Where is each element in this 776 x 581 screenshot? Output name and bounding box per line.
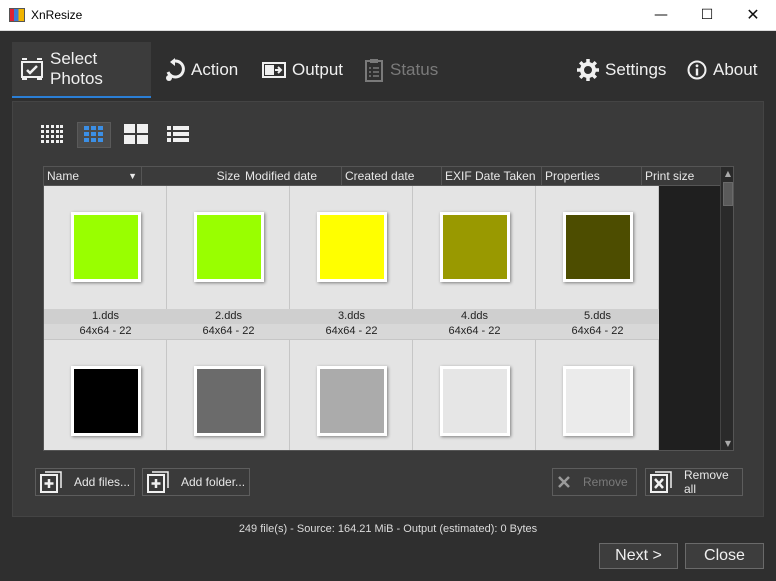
tab-settings-label: Settings — [605, 60, 667, 79]
thumbnail-cell[interactable]: 5.dds 64x64 - 22 — [536, 186, 659, 340]
tab-status-label: Status — [390, 60, 439, 79]
thumbnail-image — [317, 212, 387, 282]
thumbnail-filename: 4.dds — [413, 309, 536, 324]
column-name-header[interactable]: Name ▼ — [44, 167, 142, 186]
thumbnail-cell[interactable]: 3.dds 64x64 - 22 — [290, 186, 413, 340]
thumbnail-grid: 1.dds 64x64 - 22 2.dds 64x64 - 22 3.dds 64x64… — [44, 186, 659, 450]
thumbnail-cell[interactable] — [167, 340, 290, 450]
select-photos-panel: Name ▼ Size Modified date Created date E… — [12, 101, 764, 517]
remove-x-icon — [557, 475, 571, 489]
tab-select-photos[interactable]: Select Photos — [12, 42, 151, 98]
tab-action-label: Action — [191, 60, 239, 79]
thumbnail-dimensions: 64x64 - 22 — [44, 324, 167, 339]
clipboard-icon — [364, 58, 384, 82]
thumbnail-filename: 3.dds — [290, 309, 413, 324]
remove-button[interactable]: Remove — [552, 468, 637, 496]
select-photos-icon — [20, 58, 44, 80]
thumbnail-image — [71, 366, 141, 436]
file-list-header: Name ▼ Size Modified date Created date E… — [44, 167, 720, 186]
thumbnail-filename: 1.dds — [44, 309, 167, 324]
status-summary: 249 file(s) - Source: 164.21 MiB - Outpu… — [238, 523, 538, 535]
tab-settings[interactable]: Settings — [577, 42, 666, 98]
remove-label: Remove — [583, 475, 628, 489]
add-files-button[interactable]: Add files... — [35, 468, 135, 496]
next-button[interactable]: Next > — [599, 543, 678, 569]
column-modified-header[interactable]: Modified date — [242, 167, 342, 186]
sort-down-icon: ▼ — [128, 171, 137, 181]
close-button[interactable]: Close — [685, 543, 764, 569]
tab-action[interactable]: Action — [165, 42, 238, 98]
thumbnail-cell[interactable] — [44, 340, 167, 450]
tab-output-label: Output — [292, 60, 344, 79]
thumbnail-image — [440, 212, 510, 282]
thumbnail-image — [194, 366, 264, 436]
scrollbar-thumb[interactable] — [723, 182, 733, 206]
info-icon — [687, 60, 707, 80]
tab-about-label: About — [713, 60, 758, 79]
scroll-down-icon[interactable]: ▼ — [721, 437, 733, 450]
thumbnail-dimensions: 64x64 - 22 — [536, 324, 659, 339]
column-print-size-header[interactable]: Print size — [642, 167, 720, 186]
thumbnail-cell[interactable] — [413, 340, 536, 450]
grid-small-icon — [41, 124, 63, 146]
thumbnail-image — [440, 366, 510, 436]
view-medium-thumbnails-button[interactable] — [77, 122, 111, 148]
thumbnail-cell[interactable] — [290, 340, 413, 450]
add-files-label: Add files... — [74, 475, 131, 489]
thumbnail-image — [194, 212, 264, 282]
thumbnail-filename: 2.dds — [167, 309, 290, 324]
column-size-header[interactable]: Size — [142, 167, 242, 186]
close-window-button[interactable]: ✕ — [730, 0, 776, 31]
thumbnail-cell[interactable] — [536, 340, 659, 450]
gear-icon — [577, 59, 599, 81]
column-exif-header[interactable]: EXIF Date Taken — [442, 167, 542, 186]
thumbnail-image — [71, 212, 141, 282]
grid-medium-icon — [84, 125, 104, 145]
grid-large-icon — [124, 123, 148, 147]
list-icon — [167, 125, 189, 145]
column-created-header[interactable]: Created date — [342, 167, 442, 186]
thumbnail-cell[interactable]: 2.dds 64x64 - 22 — [167, 186, 290, 340]
remove-all-label: Remove all — [684, 468, 729, 496]
output-icon — [262, 61, 286, 79]
add-folder-icon — [147, 471, 169, 493]
column-name-label: Name — [47, 169, 80, 183]
remove-all-button[interactable]: Remove all — [645, 468, 743, 496]
thumbnail-image — [563, 212, 633, 282]
view-large-thumbnails-button[interactable] — [119, 122, 153, 148]
maximize-button[interactable]: ☐ — [684, 0, 730, 31]
app-icon — [9, 8, 25, 22]
view-details-button[interactable] — [161, 122, 195, 148]
action-icon — [165, 58, 185, 82]
scroll-up-icon[interactable]: ▲ — [721, 167, 733, 181]
tab-about[interactable]: About — [687, 42, 757, 98]
tab-status[interactable]: Status — [364, 42, 438, 98]
thumbnail-image — [317, 366, 387, 436]
thumbnail-cell[interactable]: 4.dds 64x64 - 22 — [413, 186, 536, 340]
minimize-button[interactable]: — — [638, 0, 684, 31]
remove-all-icon — [650, 471, 672, 493]
add-file-icon — [40, 471, 62, 493]
thumbnail-dimensions: 64x64 - 22 — [290, 324, 413, 339]
title-bar: XnResize — ☐ ✕ — [0, 0, 776, 31]
file-list-scrollbar[interactable]: ▲ ▼ — [720, 167, 733, 450]
thumbnail-cell[interactable]: 1.dds 64x64 - 22 — [44, 186, 167, 340]
view-small-thumbnails-button[interactable] — [35, 122, 69, 148]
add-folder-button[interactable]: Add folder... — [142, 468, 250, 496]
thumbnail-image — [563, 366, 633, 436]
tab-select-photos-label: Select Photos — [50, 49, 103, 88]
window-title: XnResize — [31, 8, 83, 22]
file-list[interactable]: Name ▼ Size Modified date Created date E… — [43, 166, 734, 451]
thumbnail-filename: 5.dds — [536, 309, 659, 324]
thumbnail-dimensions: 64x64 - 22 — [413, 324, 536, 339]
thumbnail-dimensions: 64x64 - 22 — [167, 324, 290, 339]
add-folder-label: Add folder... — [181, 475, 246, 489]
tab-bar: Select Photos Action Output Status Setti… — [0, 31, 776, 101]
column-properties-header[interactable]: Properties — [542, 167, 642, 186]
tab-output[interactable]: Output — [262, 42, 343, 98]
